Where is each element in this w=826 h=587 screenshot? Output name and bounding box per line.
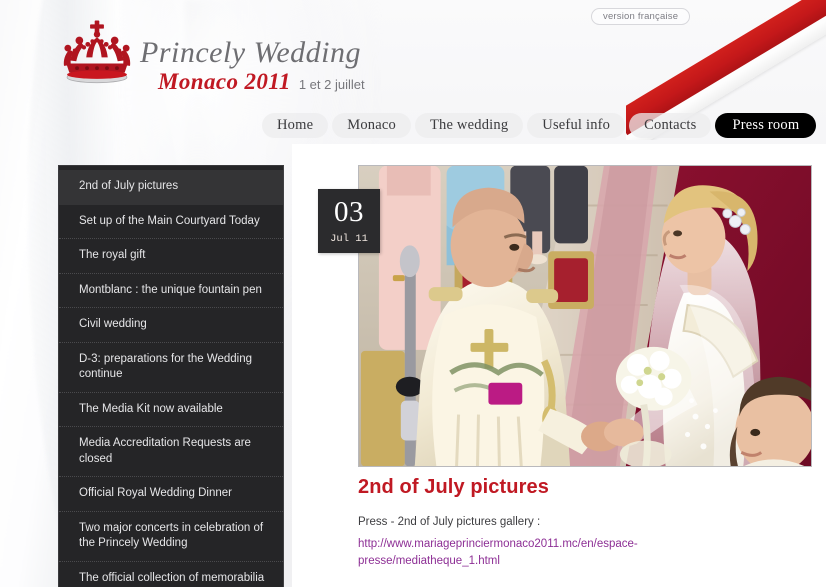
sidebar-item[interactable]: 2nd of July pictures (59, 170, 283, 205)
sidebar-item[interactable]: Civil wedding (59, 308, 283, 343)
article-content: 03 Jul 11 2nd of July pictures Press - 2… (292, 144, 826, 587)
nav-item-useful-info[interactable]: Useful info (527, 113, 626, 138)
logo-dates: 1 et 2 juillet (298, 77, 365, 92)
sidebar-item[interactable]: Montblanc : the unique fountain pen (59, 274, 283, 309)
sidebar-item[interactable]: The royal gift (59, 239, 283, 274)
sidebar-item[interactable]: The Media Kit now available (59, 393, 283, 428)
article-title: 2nd of July pictures (358, 476, 549, 498)
crown-icon (63, 20, 131, 84)
logo-brand: Monaco 2011 (158, 69, 291, 94)
news-sidebar: 2nd of July pictures Set up of the Main C… (58, 165, 284, 587)
logo-title: Princely Wedding (140, 36, 362, 69)
nav-item-contacts[interactable]: Contacts (629, 113, 712, 138)
nav-item-monaco[interactable]: Monaco (332, 113, 411, 138)
nav-item-press-room[interactable]: Press room (715, 113, 817, 138)
royal-wedding-photo (359, 166, 811, 466)
article-gallery-link[interactable]: http://www.mariageprinciermonaco2011.mc/… (358, 536, 668, 569)
article-body: Press - 2nd of July pictures gallery : (358, 516, 541, 528)
date-month-year: Jul 11 (330, 232, 368, 245)
sidebar-item[interactable]: Official Royal Wedding Dinner (59, 477, 283, 512)
nav-item-the-wedding[interactable]: The wedding (414, 113, 524, 138)
sidebar-item[interactable]: Media Accreditation Requests are closed (59, 427, 283, 478)
article-photo[interactable] (358, 165, 812, 467)
sidebar-item[interactable]: The official collection of memorabilia (59, 562, 283, 587)
article-date-badge: 03 Jul 11 (318, 189, 380, 253)
nav-item-home[interactable]: Home (262, 113, 329, 138)
site-logo[interactable]: Princely Wedding Monaco 2011 1 et 2 juil… (58, 16, 365, 93)
main-navigation: Home Monaco The wedding Useful info Contacts… (262, 113, 817, 138)
sidebar-item[interactable]: Two major concerts in celebration of the… (59, 512, 283, 562)
language-toggle-button[interactable]: version française (591, 8, 691, 25)
logo-text: Princely Wedding Monaco 2011 1 et 2 juil… (140, 16, 365, 94)
sidebar-item[interactable]: D-3: preparations for the Wedding contin… (59, 343, 283, 393)
sidebar-item[interactable]: Set up of the Main Courtyard Today (59, 205, 283, 240)
date-day: 03 (334, 195, 364, 228)
